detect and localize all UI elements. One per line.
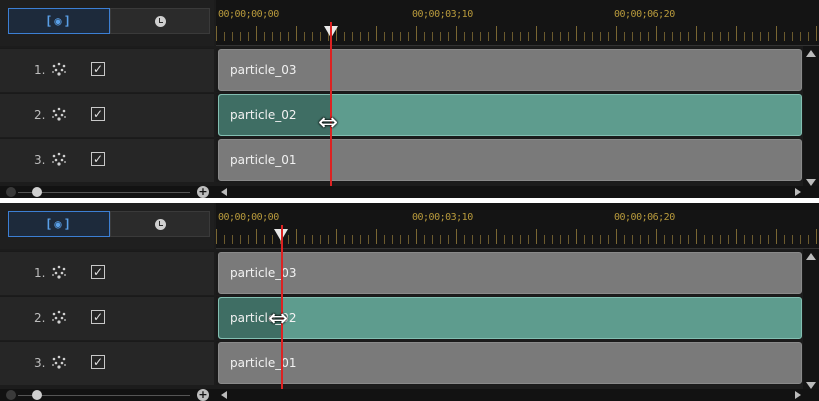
particle-icon (52, 265, 66, 279)
zoom-slider[interactable] (18, 192, 190, 193)
clip[interactable]: particle_01 (218, 139, 802, 181)
particle-icon (52, 310, 66, 324)
track-visible-checkbox[interactable]: ✓ (91, 107, 105, 121)
ruler-major-ticks (216, 229, 819, 244)
zoom-slider[interactable] (18, 395, 190, 396)
track-header-3: 3. ✓ (0, 138, 214, 182)
clip-label: particle_02 (230, 108, 297, 122)
particle-icon (52, 62, 66, 76)
scroll-right-icon[interactable] (795, 391, 801, 399)
time-ruler[interactable]: 00;00;00;00 00;00;03;10 00;00;06;20 (216, 0, 819, 46)
clip-label: particle_01 (230, 153, 297, 167)
track-lane-2: particle_02 (216, 93, 802, 137)
zoom-slider-handle[interactable] (32, 187, 42, 197)
timeline-panel-before: [◉] 00;00;00;00 00;00;03;10 00;00;06;20 … (0, 0, 819, 198)
clock-icon (154, 15, 166, 27)
track-number: 2. (34, 311, 46, 325)
frame-mode-button[interactable]: [◉] (8, 8, 110, 34)
track-lane-2: particle_02 (216, 296, 802, 340)
clip-label: particle_01 (230, 356, 297, 370)
track-header-1: 1. ✓ (0, 251, 214, 295)
vertical-scrollbar[interactable] (803, 46, 819, 188)
track-visible-checkbox[interactable]: ✓ (91, 310, 105, 324)
timecode-label: 00;00;03;10 (412, 212, 473, 223)
scroll-down-icon[interactable] (806, 382, 816, 389)
resize-cursor-icon: ⇔ (268, 304, 289, 332)
timecode-label: 00;00;00;00 (218, 212, 279, 223)
scroll-up-icon[interactable] (806, 253, 816, 260)
clip[interactable]: particle_01 (218, 342, 802, 384)
clock-icon (154, 218, 166, 230)
resize-cursor-icon: ⇔ (318, 108, 339, 136)
time-ruler[interactable]: 00;00;00;00 00;00;03;10 00;00;06;20 (216, 203, 819, 249)
zoom-in-icon[interactable]: + (197, 389, 209, 401)
time-mode-button[interactable] (110, 8, 210, 34)
scroll-up-icon[interactable] (806, 50, 816, 57)
zoom-out-icon[interactable] (6, 187, 16, 197)
timecode-label: 00;00;03;10 (412, 9, 473, 20)
frame-mode-icon: [◉] (45, 217, 73, 231)
timecode-label: 00;00;06;20 (614, 212, 675, 223)
clip[interactable]: particle_03 (218, 252, 802, 294)
track-number: 3. (34, 153, 46, 167)
zoom-slider-handle[interactable] (32, 390, 42, 400)
frame-mode-icon: [◉] (45, 14, 73, 28)
track-number: 1. (34, 63, 46, 77)
track-number: 2. (34, 108, 46, 122)
clip-selected[interactable]: particle_02 (218, 297, 802, 339)
track-lane-3: particle_01 (216, 341, 802, 385)
frame-mode-button[interactable]: [◉] (8, 211, 110, 237)
scroll-down-icon[interactable] (806, 179, 816, 186)
track-visible-checkbox[interactable]: ✓ (91, 265, 105, 279)
scroll-left-icon[interactable] (221, 391, 227, 399)
zoom-out-icon[interactable] (6, 390, 16, 400)
timeline-header-left: [◉] (0, 0, 214, 46)
clip-selected[interactable]: particle_02 (218, 94, 802, 136)
timeline-footer: + (0, 389, 819, 401)
vertical-scrollbar[interactable] (803, 249, 819, 391)
track-lane-1: particle_03 (216, 48, 802, 92)
timecode-label: 00;00;00;00 (218, 9, 279, 20)
timeline-panel-after: [◉] 00;00;00;00 00;00;03;10 00;00;06;20 … (0, 203, 819, 401)
scroll-left-icon[interactable] (221, 188, 227, 196)
zoom-in-icon[interactable]: + (197, 186, 209, 198)
track-header-1: 1. ✓ (0, 48, 214, 92)
timeline-header-left: [◉] (0, 203, 214, 249)
playhead-line (330, 22, 332, 188)
track-visible-checkbox[interactable]: ✓ (91, 62, 105, 76)
track-visible-checkbox[interactable]: ✓ (91, 152, 105, 166)
track-visible-checkbox[interactable]: ✓ (91, 355, 105, 369)
clip[interactable]: particle_03 (218, 49, 802, 91)
particle-icon (52, 152, 66, 166)
track-header-2: 2. ✓ (0, 93, 214, 137)
particle-icon (52, 355, 66, 369)
timeline-footer: + (0, 186, 819, 198)
track-number: 3. (34, 356, 46, 370)
timecode-label: 00;00;06;20 (614, 9, 675, 20)
track-header-2: 2. ✓ (0, 296, 214, 340)
track-lane-1: particle_03 (216, 251, 802, 295)
track-lane-3: particle_01 (216, 138, 802, 182)
track-number: 1. (34, 266, 46, 280)
time-mode-button[interactable] (110, 211, 210, 237)
ruler-major-ticks (216, 26, 819, 41)
track-header-3: 3. ✓ (0, 341, 214, 385)
scroll-right-icon[interactable] (795, 188, 801, 196)
particle-icon (52, 107, 66, 121)
clip-label: particle_03 (230, 63, 297, 77)
clip-label: particle_03 (230, 266, 297, 280)
